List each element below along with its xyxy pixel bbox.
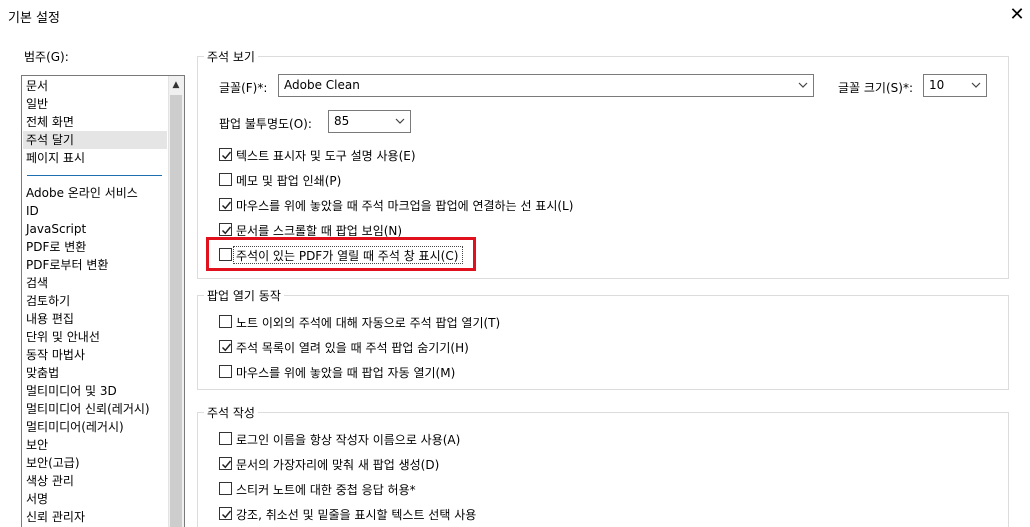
list-item[interactable]: 서명 bbox=[26, 490, 48, 508]
list-item[interactable]: 신뢰 관리자 bbox=[26, 508, 85, 526]
option-label: 주석이 있는 PDF가 열릴 때 주석 창 표시(C) bbox=[236, 249, 459, 263]
list-item[interactable]: 색상 관리 bbox=[26, 472, 74, 490]
font-select[interactable]: Adobe Clean bbox=[278, 74, 814, 97]
list-item[interactable]: 일반 bbox=[26, 95, 48, 113]
font-label: 글꼴(F)*: bbox=[219, 81, 268, 95]
opacity-value: 85 bbox=[334, 114, 350, 128]
option-label: 마우스를 위에 놓았을 때 주석 마크업을 팝업에 연결하는 선 표시(L) bbox=[236, 199, 574, 213]
checkbox[interactable] bbox=[219, 173, 232, 186]
checkbox[interactable] bbox=[219, 148, 232, 161]
option-label: 메모 및 팝업 인쇄(P) bbox=[236, 174, 342, 188]
checkbox[interactable] bbox=[219, 432, 232, 445]
checkbox[interactable] bbox=[219, 315, 232, 328]
list-item[interactable]: 검토하기 bbox=[26, 292, 70, 310]
list-item[interactable]: 동작 마법사 bbox=[26, 346, 85, 364]
opacity-select[interactable]: 85 bbox=[328, 110, 411, 133]
checkbox[interactable] bbox=[219, 198, 232, 211]
list-item[interactable]: JavaScript bbox=[26, 220, 86, 238]
checkbox[interactable] bbox=[219, 365, 232, 378]
font-size-label: 글꼴 크기(S)*: bbox=[838, 81, 913, 95]
list-item[interactable]: 내용 편집 bbox=[26, 310, 74, 328]
option-label: 문서의 가장자리에 맞춰 새 팝업 생성(D) bbox=[236, 458, 440, 472]
checkbox[interactable] bbox=[219, 507, 232, 520]
close-icon[interactable]: ✕ bbox=[1006, 4, 1028, 26]
list-item[interactable]: PDF로부터 변환 bbox=[26, 256, 108, 274]
list-item[interactable]: 전체 화면 bbox=[26, 113, 74, 131]
checkbox[interactable] bbox=[219, 340, 232, 353]
chevron-down-icon bbox=[798, 82, 808, 88]
list-item[interactable]: 문서 bbox=[26, 77, 48, 95]
option-label: 노트 이외의 주석에 대해 자동으로 주석 팝업 열기(T) bbox=[236, 316, 501, 330]
opacity-label: 팝업 불투명도(O): bbox=[219, 117, 312, 131]
list-item[interactable]: 보안 bbox=[26, 436, 48, 454]
list-item[interactable]: 멀티미디어 및 3D bbox=[26, 382, 117, 400]
checkbox[interactable] bbox=[219, 223, 232, 236]
option-label: 로그인 이름을 항상 작성자 이름으로 사용(A) bbox=[236, 433, 461, 447]
font-value: Adobe Clean bbox=[284, 78, 360, 92]
list-item[interactable]: 멀티미디어(레거시) bbox=[26, 418, 124, 436]
list-item[interactable]: Adobe 온라인 서비스 bbox=[26, 184, 138, 202]
list-item-selected[interactable]: 주석 달기 bbox=[23, 131, 167, 149]
list-item[interactable]: 단위 및 안내선 bbox=[26, 328, 100, 346]
checkbox[interactable] bbox=[219, 482, 232, 495]
scrollbar-thumb[interactable] bbox=[170, 95, 182, 527]
list-item[interactable]: ID bbox=[26, 202, 39, 220]
list-item[interactable]: 맞춤법 bbox=[26, 364, 59, 382]
option-label: 강조, 취소선 및 밑줄을 표시할 텍스트 선택 사용 bbox=[236, 508, 477, 522]
list-separator bbox=[27, 175, 162, 176]
font-size-select[interactable]: 10 bbox=[923, 74, 987, 97]
chevron-down-icon bbox=[971, 82, 981, 88]
list-item[interactable]: 보안(고급) bbox=[26, 454, 80, 472]
font-size-value: 10 bbox=[929, 78, 945, 92]
list-item[interactable]: 멀티미디어 신뢰(레거시) bbox=[26, 400, 150, 418]
list-item[interactable]: 검색 bbox=[26, 274, 48, 292]
checkbox[interactable] bbox=[219, 248, 232, 261]
checkbox[interactable] bbox=[219, 457, 232, 470]
view-group-title: 주석 보기 bbox=[204, 48, 258, 65]
list-item[interactable]: 페이지 표시 bbox=[26, 149, 85, 167]
scroll-up-icon[interactable]: ▲ bbox=[168, 76, 184, 94]
option-label: 스티커 노트에 대한 중첩 응답 허용* bbox=[236, 483, 416, 497]
chevron-down-icon bbox=[395, 118, 405, 124]
categories-list[interactable]: 문서 일반 전체 화면 주석 달기 페이지 표시 Adobe 온라인 서비스 I… bbox=[21, 75, 185, 527]
list-item[interactable]: PDF로 변환 bbox=[26, 238, 86, 256]
create-group-title: 주석 작성 bbox=[204, 404, 258, 421]
option-label: 마우스를 위에 놓았을 때 팝업 자동 열기(M) bbox=[236, 366, 456, 380]
title-bar bbox=[0, 0, 1030, 32]
window-title: 기본 설정 bbox=[8, 11, 60, 26]
option-label: 주석 목록이 열려 있을 때 주석 팝업 숨기기(H) bbox=[236, 341, 469, 355]
option-label: 텍스트 표시자 및 도구 설명 사용(E) bbox=[236, 149, 416, 163]
categories-label: 범주(G): bbox=[24, 50, 69, 64]
popup-group-title: 팝업 열기 동작 bbox=[204, 287, 284, 304]
